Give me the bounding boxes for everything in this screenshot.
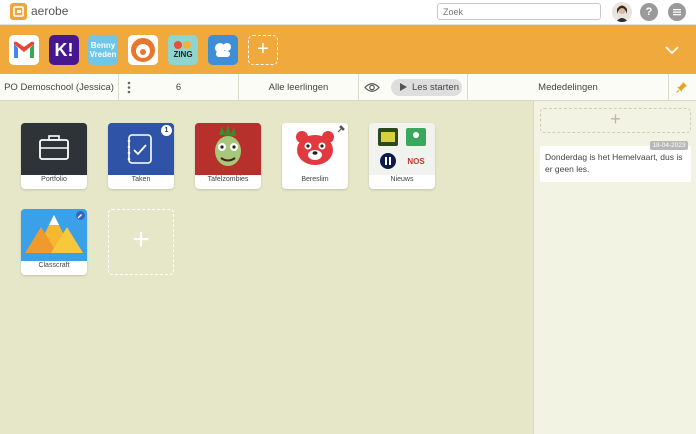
benny-vreden-label: Benny Vreden <box>89 41 117 59</box>
tile-label: Taken <box>131 176 151 183</box>
pin-icon[interactable] <box>676 81 688 93</box>
start-lesson-button[interactable]: Les starten <box>391 79 462 96</box>
hamburger-icon <box>673 9 681 16</box>
svg-text:NOS: NOS <box>407 157 425 166</box>
zing-icon[interactable]: ZING <box>168 35 198 65</box>
menu-button[interactable] <box>668 3 686 21</box>
student-count: 6 <box>119 74 239 101</box>
tile-label: Portfolio <box>41 176 67 183</box>
zing-label: ZING <box>173 50 193 59</box>
start-lesson-label: Les starten <box>412 82 459 93</box>
aerobe-logo-icon[interactable] <box>10 3 27 20</box>
class-toolbar: PO Demoschool (Jessica) 6 Alle leerlinge… <box>0 74 696 101</box>
tile-classcraft[interactable]: Classcraft <box>21 209 87 275</box>
tile-label: Classcraft <box>38 262 70 269</box>
notification-badge: 1 <box>161 125 172 136</box>
announcements-header: Mededelingen <box>467 74 669 101</box>
tile-label: Bereslim <box>301 176 329 183</box>
wrench-icon <box>76 211 85 220</box>
avatar[interactable] <box>612 2 632 22</box>
bear-icon <box>282 123 348 175</box>
announcements-panel: + Donderdag is het Hemelvaart, dus is er… <box>533 101 696 434</box>
zombie-icon <box>195 123 261 175</box>
tile-tafelzombies[interactable]: Tafelzombies <box>195 123 261 189</box>
briefcase-icon <box>21 123 87 175</box>
brand-name: aerobe <box>31 4 69 18</box>
mountain-icon <box>21 209 87 261</box>
kahoot-label: K! <box>54 40 74 60</box>
help-button[interactable]: ? <box>640 3 658 21</box>
school-selector[interactable]: PO Demoschool (Jessica) <box>0 74 119 101</box>
tile-taken[interactable]: 1 Taken <box>108 123 174 189</box>
tile-grid: Portfolio 1 Taken Tafelzombies Bereslim … <box>0 101 533 434</box>
search-input[interactable] <box>437 3 601 20</box>
eye-icon[interactable] <box>364 82 380 93</box>
app-bar: K! Benny Vreden ZING + <box>0 25 696 74</box>
add-announcement-button[interactable]: + <box>540 108 691 133</box>
benny-vreden-icon[interactable]: Benny Vreden <box>88 35 118 65</box>
students-selector[interactable]: Alle leerlingen <box>239 74 359 101</box>
chevron-down-icon[interactable] <box>664 42 680 58</box>
count-value: 6 <box>175 82 182 93</box>
tile-nieuws[interactable]: NOS Nieuws <box>369 123 435 189</box>
teams-icon[interactable] <box>208 35 238 65</box>
bereslim-small-icon[interactable] <box>128 35 158 65</box>
announcement-date: 18-04-2023 <box>650 141 688 150</box>
play-icon <box>400 83 407 91</box>
tile-bereslim[interactable]: Bereslim <box>282 123 348 189</box>
top-bar: aerobe ? <box>0 0 696 25</box>
gmail-icon[interactable] <box>9 35 39 65</box>
news-icon: NOS <box>369 123 435 175</box>
announcement-text: Donderdag is het Hemelvaart, dus is er g… <box>545 152 683 174</box>
tile-label: Nieuws <box>390 176 414 183</box>
tile-portfolio[interactable]: Portfolio <box>21 123 87 189</box>
kahoot-icon[interactable]: K! <box>49 35 79 65</box>
announcement-card[interactable]: Donderdag is het Hemelvaart, dus is er g… <box>540 146 691 182</box>
tile-label: Tafelzombies <box>207 176 249 183</box>
add-app-button[interactable]: + <box>248 35 278 65</box>
add-tile-button[interactable]: + <box>108 209 174 275</box>
wrench-icon <box>337 125 345 133</box>
